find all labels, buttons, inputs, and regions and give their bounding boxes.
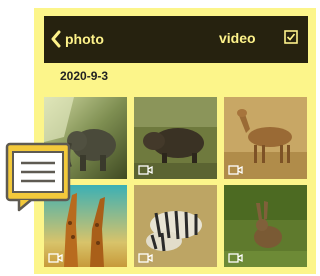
video-icon (228, 253, 243, 263)
date-header: 2020-9-3 (60, 69, 109, 83)
media-tile-zebras[interactable] (134, 185, 217, 267)
video-icon (138, 253, 153, 263)
video-icon (48, 253, 63, 263)
back-button[interactable]: photo (50, 27, 104, 51)
media-tile-hare[interactable] (224, 185, 307, 267)
chat-bubble-icon[interactable] (5, 142, 71, 212)
media-tile-boar[interactable] (134, 97, 217, 179)
chevron-left-icon (51, 30, 61, 48)
back-label: photo (65, 31, 104, 47)
video-icon (228, 165, 243, 175)
phone-screen: photo video 2020-9-3 (34, 8, 316, 274)
media-tile-deer[interactable] (224, 97, 307, 179)
checkbox-icon (284, 30, 298, 44)
tab-video[interactable]: video (219, 30, 256, 46)
select-button[interactable] (284, 30, 298, 49)
video-icon (138, 165, 153, 175)
top-bar: photo video (44, 16, 308, 63)
media-grid (44, 97, 308, 267)
